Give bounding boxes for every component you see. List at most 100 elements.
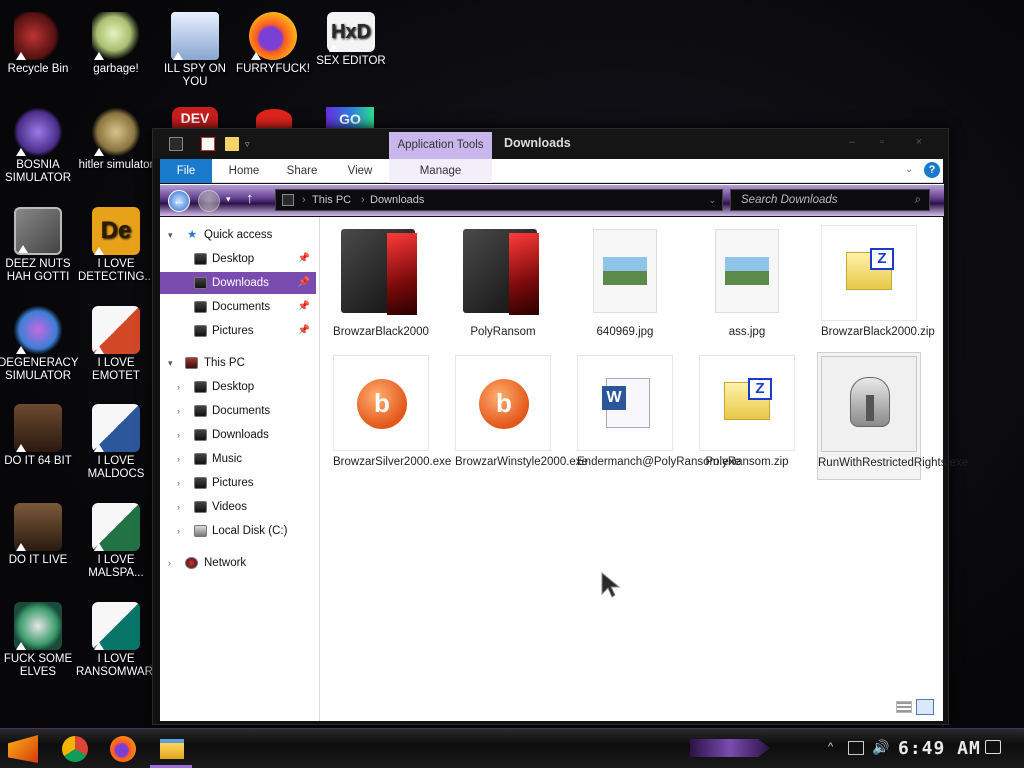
chevron-right-icon[interactable]: › (177, 496, 180, 518)
chevron-right-icon[interactable]: › (177, 400, 180, 422)
downloads-folder-icon (194, 277, 207, 289)
help-icon[interactable]: ? (924, 162, 940, 178)
tab-view[interactable]: View (338, 159, 382, 183)
chevron-right-icon[interactable]: › (177, 424, 180, 446)
file-item[interactable]: Z PolyRansom.zip (699, 355, 795, 481)
back-button[interactable]: ← (168, 190, 190, 212)
tab-share[interactable]: Share (280, 159, 324, 183)
chevron-right-icon[interactable]: › (177, 448, 180, 470)
nav-quick-access[interactable]: ▾ ★ Quick access (160, 224, 316, 246)
ribbon-expand-icon[interactable]: ⌄ (905, 164, 913, 175)
address-dropdown-icon[interactable]: ⌄ (708, 190, 716, 210)
new-folder-icon[interactable] (225, 137, 239, 151)
nav-pc-music[interactable]: › Music (160, 448, 316, 470)
network-tray-icon[interactable] (848, 741, 864, 755)
desktop-icon-label: I LOVE DETECTING... (77, 258, 155, 283)
taskbar-clock[interactable]: 6:49 AM (898, 738, 981, 759)
pin-icon[interactable]: 📌 (298, 248, 310, 270)
address-bar[interactable]: › This PC › Downloads ⌄ (275, 189, 723, 211)
nav-pc-downloads[interactable]: › Downloads (160, 424, 316, 446)
desktop-icon-elves[interactable]: FUCK SOME ELVES (0, 602, 78, 679)
properties-icon[interactable] (201, 137, 215, 151)
nav-network[interactable]: › Network (160, 552, 316, 574)
firefox-taskbar-icon[interactable] (110, 736, 136, 762)
forward-button[interactable] (198, 190, 220, 212)
desktop-icon-degeneracy[interactable]: DEGENERACY SIMULATOR (0, 306, 79, 383)
desktop-icon-bosnia[interactable]: BOSNIA SIMULATOR (0, 108, 78, 185)
chevron-right-icon[interactable]: › (177, 520, 180, 542)
minimize-button[interactable]: – (843, 136, 861, 150)
show-hidden-icons[interactable]: ^ (828, 741, 833, 753)
pin-icon[interactable]: 📌 (298, 272, 310, 294)
nav-label: Pictures (212, 477, 254, 489)
nav-label: Documents (212, 405, 271, 417)
nav-this-pc[interactable]: ▾ This PC (160, 352, 316, 374)
nav-quick-downloads[interactable]: Downloads 📌 (160, 272, 316, 294)
desktop-icon-spy[interactable]: ILL SPY ON YOU (155, 12, 235, 89)
pin-icon[interactable]: 📌 (298, 320, 310, 342)
file-item[interactable]: b BrowzarWinstyle2000.exe (455, 355, 588, 481)
large-icons-view-icon[interactable] (916, 699, 934, 715)
nav-pc-pictures[interactable]: › Pictures (160, 472, 316, 494)
go-icon-partial[interactable]: GO (326, 107, 374, 129)
volume-icon[interactable]: 🔊 (872, 739, 889, 756)
desktop-icon-detecting[interactable]: De I LOVE DETECTING... (76, 207, 156, 284)
title-bar[interactable]: ▿ Application Tools Downloads – ▫ × (153, 129, 948, 159)
tab-manage[interactable]: Manage (389, 159, 492, 183)
desktop-icon-garbage[interactable]: garbage! (76, 12, 156, 76)
desktop-icon-malspam[interactable]: I LOVE MALSPA... (76, 503, 156, 580)
breadcrumb-this-pc[interactable]: This PC (312, 190, 351, 210)
file-item[interactable]: PolyRansom (455, 225, 551, 351)
desktop-icon-sex-editor[interactable]: HxD SEX EDITOR (311, 12, 391, 68)
file-item-selected[interactable]: RunWithRestrictedRights.exe (817, 352, 968, 480)
nav-quick-documents[interactable]: Documents 📌 (160, 296, 316, 318)
nav-quick-desktop[interactable]: Desktop 📌 (160, 248, 316, 270)
nav-pc-desktop[interactable]: › Desktop (160, 376, 316, 398)
desktop-icon-deez-nuts[interactable]: DEEZ NUTS HAH GOTTI (0, 207, 78, 284)
notification-icon[interactable] (985, 740, 1001, 754)
chrome-icon[interactable] (62, 736, 88, 762)
chevron-right-icon[interactable]: › (177, 472, 180, 494)
maximize-button[interactable]: ▫ (873, 136, 891, 150)
recycle-bin-icon (14, 12, 62, 60)
file-item[interactable]: BrowzarBlack2000 (333, 225, 429, 351)
chevron-right-icon[interactable]: › (177, 376, 180, 398)
tab-home[interactable]: Home (222, 159, 266, 183)
elf-face-icon (14, 602, 62, 650)
nav-quick-pictures[interactable]: Pictures 📌 (160, 320, 316, 342)
nav-pc-videos[interactable]: › Videos (160, 496, 316, 518)
desktop-icon-do-it-64[interactable]: DO IT 64 BIT (0, 404, 78, 468)
desktop-icon-maldocs[interactable]: I LOVE MALDOCS (76, 404, 156, 481)
desktop-icon-furry[interactable]: FURRYFUCK! (233, 12, 313, 76)
nav-pc-local-disk[interactable]: › Local Disk (C:) (160, 520, 316, 542)
firefox-icon (249, 12, 297, 60)
red-app-icon-partial[interactable] (256, 109, 292, 129)
file-item[interactable]: W Endermanch@PolyRansom.exe (577, 355, 741, 481)
chevron-down-icon[interactable]: ▾ (168, 224, 173, 246)
nav-pc-documents[interactable]: › Documents (160, 400, 316, 422)
file-item[interactable]: b BrowzarSilver2000.exe (333, 355, 451, 481)
breadcrumb-downloads[interactable]: Downloads (370, 190, 424, 210)
dev-icon-partial[interactable]: DEV (172, 107, 218, 129)
start-button[interactable] (8, 735, 38, 763)
chevron-right-icon[interactable]: › (168, 552, 171, 574)
chevron-down-icon[interactable]: ▾ (168, 352, 173, 374)
up-arrow-icon[interactable]: ↑ (246, 190, 254, 207)
file-item[interactable]: 640969.jpg (577, 225, 673, 351)
pin-icon[interactable]: 📌 (298, 296, 310, 318)
desktop-icon-emotet[interactable]: I LOVE EMOTET (76, 306, 156, 383)
file-item[interactable]: ass.jpg (699, 225, 795, 351)
recent-locations-icon[interactable]: ▾ (226, 194, 231, 205)
file-explorer-taskbar-icon[interactable] (160, 739, 184, 759)
tab-file[interactable]: File (160, 159, 212, 183)
desktop-icon-do-it-live[interactable]: DO IT LIVE (0, 503, 78, 567)
desktop-icon-label: DO IT 64 BIT (4, 455, 72, 467)
file-item[interactable]: Z BrowzarBlack2000.zip (821, 225, 935, 351)
details-view-icon[interactable] (896, 701, 912, 713)
desktop-icon-hitler-sim[interactable]: hitler simulator (76, 108, 156, 172)
search-input[interactable]: Search Downloads ⌕ (730, 189, 930, 211)
desktop-icon-recycle-bin[interactable]: Recycle Bin (0, 12, 78, 76)
quick-access-dropdown-icon[interactable]: ▿ (245, 137, 259, 151)
desktop-icon-ransomware[interactable]: I LOVE RANSOMWARE (76, 602, 161, 679)
close-button[interactable]: × (910, 136, 928, 150)
